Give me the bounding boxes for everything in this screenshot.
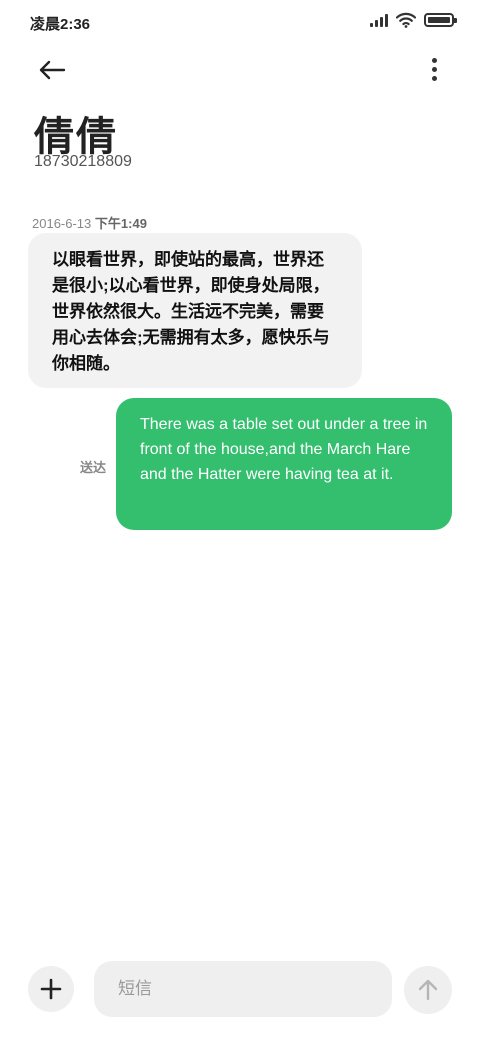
more-vertical-icon-dot (431, 66, 437, 72)
wifi-icon (396, 12, 416, 28)
contact-number: 18730218809 (34, 153, 132, 170)
more-options-button[interactable] (422, 52, 446, 86)
status-icons (370, 12, 457, 28)
timestamp-time: 下午1:49 (94, 216, 147, 231)
plus-icon (40, 978, 62, 1000)
send-button[interactable] (404, 966, 452, 1014)
battery-icon (424, 13, 457, 27)
more-vertical-icon-dot (431, 57, 437, 63)
status-time: 凌晨2:36 (30, 16, 91, 33)
arrow-up-icon (418, 979, 438, 1001)
arrow-left-icon (39, 60, 66, 80)
back-button[interactable] (32, 50, 72, 90)
delivery-status: 送达 (80, 460, 107, 475)
signal-icon (370, 13, 388, 27)
received-message-text: 以眼看世界，即使站的最高，世界还是很小;以心看世界，即使身处局限，世界依然很大。… (52, 250, 330, 373)
more-vertical-icon-dot (431, 75, 437, 81)
status-bar: 凌晨2:36 (0, 0, 480, 44)
message-input[interactable] (94, 961, 392, 1017)
sent-message-bubble[interactable]: There was a table set out under a tree i… (116, 398, 452, 530)
attach-button[interactable] (28, 966, 74, 1012)
message-timestamp: 2016-6-13 下午1:49 (32, 213, 147, 232)
received-message-bubble[interactable]: 以眼看世界，即使站的最高，世界还是很小;以心看世界，即使身处局限，世界依然很大。… (28, 233, 362, 388)
timestamp-date: 2016-6-13 (32, 216, 92, 231)
sent-message-text: There was a table set out under a tree i… (140, 416, 428, 483)
